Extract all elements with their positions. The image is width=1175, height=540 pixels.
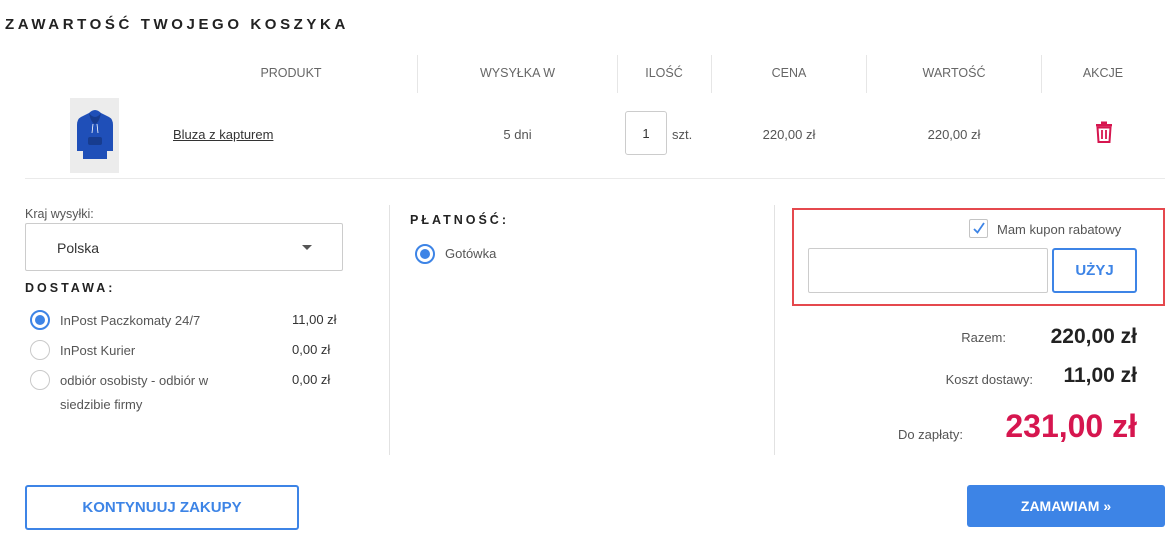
country-label: Kraj wysyłki: [25, 207, 94, 221]
delivery-option-price: 0,00 zł [292, 342, 331, 357]
check-icon [973, 222, 985, 234]
header-product: PRODUKT [260, 66, 322, 80]
page-title: ZAWARTOŚĆ TWOJEGO KOSZYKA [5, 16, 349, 33]
header-divider [1041, 55, 1042, 93]
subtotal-label: Razem: [961, 330, 1006, 345]
delivery-radio[interactable] [30, 340, 50, 360]
payment-radio-selected[interactable] [415, 244, 435, 264]
header-quantity: ILOŚĆ [645, 66, 683, 80]
shipping-cost-value: 11,00 zł [1063, 364, 1137, 387]
delivery-option-price: 0,00 zł [292, 372, 331, 387]
quantity-unit: szt. [672, 127, 693, 142]
header-price: CENA [771, 66, 807, 80]
column-divider [774, 205, 775, 455]
coupon-checkbox-label[interactable]: Mam kupon rabatowy [997, 222, 1121, 237]
place-order-button[interactable]: ZAMAWIAM » [967, 485, 1165, 527]
column-divider [389, 205, 390, 455]
delivery-option-price: 11,00 zł [292, 312, 337, 327]
subtotal-value: 220,00 zł [1050, 325, 1137, 348]
coupon-code-input[interactable] [808, 248, 1048, 293]
header-shipping: WYSYŁKA W [479, 66, 556, 80]
header-divider [866, 55, 867, 93]
product-price: 220,00 zł [762, 127, 816, 142]
coupon-checkbox[interactable] [969, 219, 988, 238]
trash-icon[interactable] [1093, 121, 1115, 143]
delivery-radio-selected[interactable] [30, 310, 50, 330]
apply-coupon-button[interactable]: UŻYJ [1052, 248, 1137, 293]
shipping-cost-label: Koszt dostawy: [945, 372, 1033, 387]
caret-down-icon [302, 245, 312, 250]
delivery-radio[interactable] [30, 370, 50, 390]
payment-title: PŁATNOŚĆ: [410, 213, 509, 227]
delivery-option-label: InPost Kurier [60, 343, 136, 358]
country-select-value: Polska [57, 240, 100, 256]
shipping-time: 5 dni [503, 127, 532, 142]
delivery-option-label: InPost Paczkomaty 24/7 [60, 313, 201, 328]
continue-shopping-button[interactable]: KONTYNUUJ ZAKUPY [25, 485, 299, 530]
header-divider [711, 55, 712, 93]
row-divider [25, 178, 1165, 179]
header-value: WARTOŚĆ [922, 66, 986, 80]
total-value: 231,00 zł [1005, 408, 1137, 444]
product-image[interactable] [70, 98, 119, 173]
quantity-input[interactable] [625, 111, 667, 155]
country-select[interactable]: Polska [25, 223, 343, 271]
payment-option-label: Gotówka [445, 246, 497, 261]
header-actions: AKCJE [1082, 66, 1124, 80]
header-divider [417, 55, 418, 93]
product-name-link[interactable]: Bluza z kapturem [173, 127, 273, 142]
hoodie-image-icon [76, 109, 113, 159]
delivery-option-label: odbiór osobisty - odbiór w siedzibie fir… [60, 373, 209, 412]
product-value: 220,00 zł [927, 127, 981, 142]
delivery-title: DOSTAWA: [25, 281, 116, 295]
total-label: Do zapłaty: [897, 427, 963, 442]
header-divider [617, 55, 618, 93]
